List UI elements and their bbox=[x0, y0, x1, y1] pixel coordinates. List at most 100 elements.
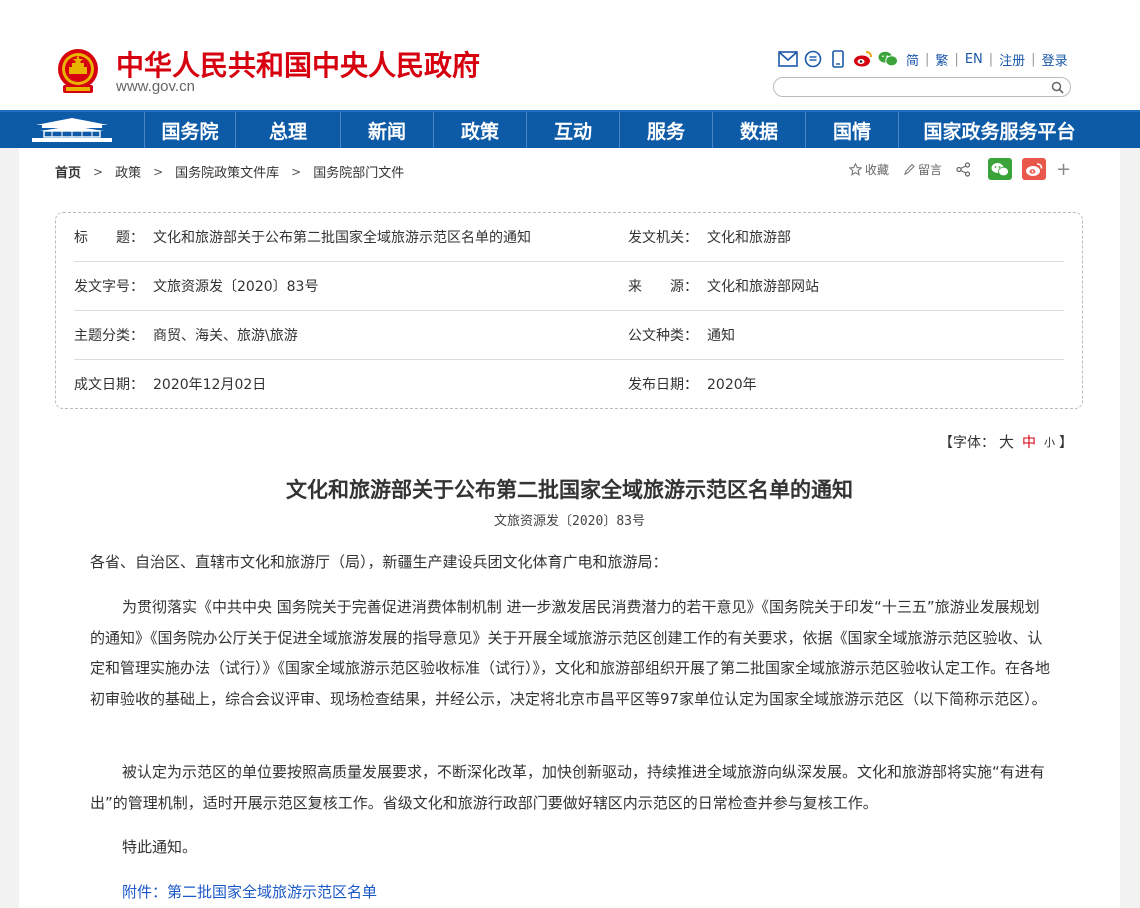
nav-items: 国务院 总理 新闻 政策 互动 服务 数据 国情 国家政务服务平台 bbox=[144, 112, 1100, 148]
search-box bbox=[773, 77, 1071, 97]
info-pubdate-label: 发布日期： bbox=[628, 377, 698, 393]
font-size-small-button[interactable]: 小 bbox=[1044, 434, 1055, 450]
more-share-button[interactable]: + bbox=[1056, 159, 1071, 180]
breadcrumb-policy[interactable]: 政策 bbox=[115, 162, 141, 181]
star-icon bbox=[849, 162, 862, 176]
nav-item-service[interactable]: 服务 bbox=[619, 112, 712, 148]
font-size-medium-button[interactable]: 中 bbox=[1022, 432, 1036, 452]
info-date-cell: 成文日期： 2020年12月02日 bbox=[74, 360, 266, 408]
nav-item-premier[interactable]: 总理 bbox=[235, 112, 340, 148]
tiananmen-icon bbox=[32, 118, 112, 142]
separator: | bbox=[1031, 52, 1036, 67]
login-link[interactable]: 登录 bbox=[1042, 50, 1068, 69]
info-source-label: 来 源： bbox=[628, 279, 698, 295]
nav-item-news[interactable]: 新闻 bbox=[340, 112, 433, 148]
share-button[interactable] bbox=[956, 161, 974, 177]
lang-english-link[interactable]: EN bbox=[965, 52, 983, 67]
comment-label: 留言 bbox=[918, 162, 943, 177]
nav-item-service-platform[interactable]: 国家政务服务平台 bbox=[898, 112, 1100, 148]
info-issuer-label: 发文机关： bbox=[628, 230, 698, 246]
font-size-large-button[interactable]: 大 bbox=[999, 431, 1014, 452]
language-links: 简 | 繁 | EN | 注册 | 登录 bbox=[906, 50, 1068, 69]
share-bar: 收藏 留言 + bbox=[849, 158, 1071, 180]
main-nav: 国务院 总理 新闻 政策 互动 服务 数据 国情 国家政务服务平台 bbox=[0, 110, 1140, 148]
nav-item-national-info[interactable]: 国情 bbox=[805, 112, 898, 148]
info-issuer-cell: 发文机关： 文化和旅游部 bbox=[628, 213, 791, 261]
weibo-icon bbox=[1026, 162, 1043, 176]
article-paragraph-2: 被认定为示范区的单位要按照高质量发展要求，不断深化改革，加快创新驱动，持续推进全… bbox=[90, 763, 1045, 812]
wechat-icon[interactable] bbox=[878, 49, 898, 69]
info-source-value: 文化和旅游部网站 bbox=[707, 279, 819, 295]
breadcrumb-separator: > bbox=[153, 164, 164, 179]
info-docno-value: 文旅资源发〔2020〕83号 bbox=[153, 279, 319, 295]
main-content: 首页 > 政策 > 国务院政策文件库 > 国务院部门文件 收藏 留言 + 标 题 bbox=[19, 148, 1120, 908]
attachment-link[interactable]: 附件：第二批国家全域旅游示范区名单 bbox=[122, 877, 377, 907]
nav-item-interaction[interactable]: 互动 bbox=[526, 112, 619, 148]
info-date-label: 成文日期： bbox=[74, 377, 144, 393]
breadcrumb-separator: > bbox=[93, 164, 104, 179]
info-issuer-value: 文化和旅游部 bbox=[707, 230, 791, 246]
comment-button[interactable]: 留言 bbox=[903, 161, 942, 178]
nav-item-policy[interactable]: 政策 bbox=[433, 112, 526, 148]
article-closing: 特此通知。 bbox=[122, 838, 198, 856]
site-header: 中华人民共和国中央人民政府 www.gov.cn 简 | 繁 | EN | 注册… bbox=[0, 0, 1140, 110]
favorite-label: 收藏 bbox=[865, 162, 890, 177]
separator: | bbox=[925, 52, 930, 67]
breadcrumb-policy-library[interactable]: 国务院政策文件库 bbox=[175, 162, 279, 181]
national-emblem-icon[interactable] bbox=[55, 47, 101, 95]
share-icon bbox=[956, 161, 971, 177]
info-row: 标 题： 文化和旅游部关于公布第二批国家全域旅游示范区名单的通知 发文机关： 文… bbox=[74, 213, 1064, 262]
nav-item-state-council[interactable]: 国务院 bbox=[144, 112, 235, 148]
top-icon-bar bbox=[778, 48, 903, 70]
breadcrumb: 首页 > 政策 > 国务院政策文件库 > 国务院部门文件 bbox=[55, 162, 404, 182]
info-topic-cell: 主题分类： 商贸、海关、旅游\旅游 bbox=[74, 311, 298, 359]
article-addressee: 各省、自治区、直辖市文化和旅游厅（局），新疆生产建设兵团文化体育广电和旅游局： bbox=[90, 553, 668, 571]
article-doc-number: 文旅资源发〔2020〕83号 bbox=[494, 514, 645, 529]
nav-home-logo[interactable] bbox=[0, 112, 144, 148]
share-wechat-button[interactable] bbox=[988, 158, 1013, 180]
info-pubdate-value: 2020年 bbox=[707, 377, 757, 393]
font-size-control: 【字体： 大 中 小 】 bbox=[939, 431, 1073, 452]
font-size-suffix: 】 bbox=[1059, 434, 1074, 451]
info-docno-cell: 发文字号： 文旅资源发〔2020〕83号 bbox=[74, 262, 318, 310]
nav-item-data[interactable]: 数据 bbox=[712, 112, 805, 148]
feed-icon[interactable] bbox=[803, 49, 823, 69]
info-row: 成文日期： 2020年12月02日 发布日期： 2020年 bbox=[74, 360, 1064, 409]
info-doctype-value: 通知 bbox=[707, 328, 735, 344]
font-size-prefix: 【字体： bbox=[939, 434, 995, 451]
info-docno-label: 发文字号： bbox=[74, 279, 144, 295]
separator: | bbox=[988, 52, 994, 67]
info-title-label: 标 题： bbox=[74, 230, 144, 246]
info-title-value: 文化和旅游部关于公布第二批国家全域旅游示范区名单的通知 bbox=[153, 230, 531, 246]
site-url[interactable]: www.gov.cn bbox=[116, 78, 195, 95]
search-input[interactable] bbox=[784, 80, 1044, 94]
info-doctype-cell: 公文种类： 通知 bbox=[628, 311, 735, 359]
share-weibo-button[interactable] bbox=[1022, 158, 1047, 180]
breadcrumb-home[interactable]: 首页 bbox=[55, 162, 81, 181]
lang-simplified-link[interactable]: 简 bbox=[906, 50, 919, 69]
wechat-icon bbox=[991, 162, 1009, 176]
info-pubdate-cell: 发布日期： 2020年 bbox=[628, 360, 757, 408]
breadcrumb-department-docs[interactable]: 国务院部门文件 bbox=[313, 162, 404, 181]
info-topic-value: 商贸、海关、旅游\旅游 bbox=[153, 328, 298, 344]
document-info-box: 标 题： 文化和旅游部关于公布第二批国家全域旅游示范区名单的通知 发文机关： 文… bbox=[55, 212, 1083, 409]
info-title-cell: 标 题： 文化和旅游部关于公布第二批国家全域旅游示范区名单的通知 bbox=[74, 213, 531, 261]
mobile-icon[interactable] bbox=[828, 49, 848, 69]
article-title: 文化和旅游部关于公布第二批国家全域旅游示范区名单的通知 bbox=[286, 478, 853, 502]
search-icon[interactable] bbox=[1051, 81, 1064, 94]
breadcrumb-separator: > bbox=[291, 164, 302, 179]
weibo-icon[interactable] bbox=[853, 49, 873, 69]
info-doctype-label: 公文种类： bbox=[628, 328, 698, 344]
favorite-button[interactable]: 收藏 bbox=[849, 161, 889, 178]
info-row: 主题分类： 商贸、海关、旅游\旅游 公文种类： 通知 bbox=[74, 311, 1064, 360]
lang-traditional-link[interactable]: 繁 bbox=[935, 50, 948, 69]
register-link[interactable]: 注册 bbox=[999, 50, 1025, 69]
mail-icon[interactable] bbox=[778, 49, 798, 69]
info-source-cell: 来 源： 文化和旅游部网站 bbox=[628, 262, 819, 310]
info-row: 发文字号： 文旅资源发〔2020〕83号 来 源： 文化和旅游部网站 bbox=[74, 262, 1064, 311]
article-paragraph-1: 为贯彻落实《中共中央 国务院关于完善促进消费体制机制 进一步激发居民消费潜力的若… bbox=[90, 598, 1051, 708]
info-topic-label: 主题分类： bbox=[74, 328, 144, 344]
pencil-icon bbox=[904, 163, 915, 175]
separator: | bbox=[954, 52, 959, 67]
info-date-value: 2020年12月02日 bbox=[153, 377, 267, 393]
